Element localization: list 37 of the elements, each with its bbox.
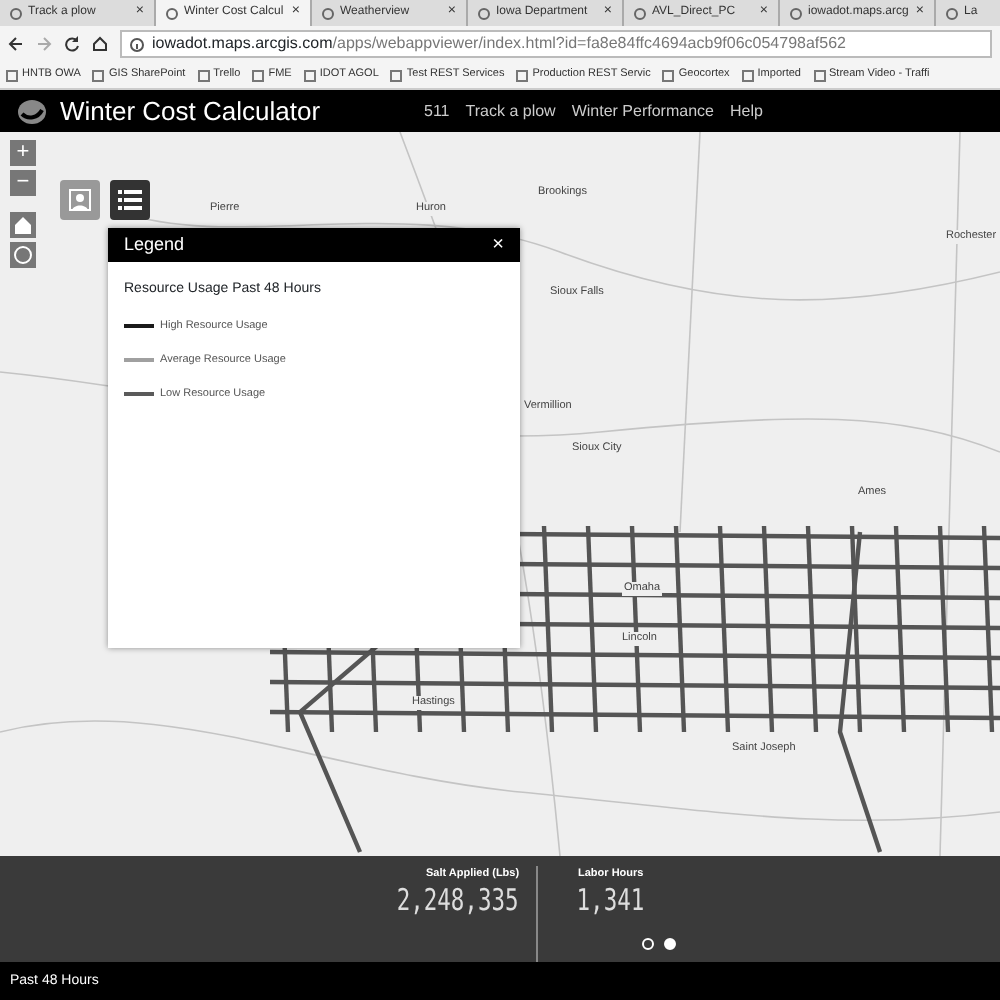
close-button[interactable]: ×: [492, 230, 504, 260]
bookmark-icon: [303, 69, 316, 81]
app-title: Winter Cost Calculator: [60, 93, 323, 130]
zoom-in-button[interactable]: +: [10, 140, 36, 166]
page-dot[interactable]: [642, 938, 654, 950]
nav-link[interactable]: Help: [729, 99, 763, 123]
nav-link[interactable]: Winter Performance: [571, 99, 714, 123]
url-text: iowadot.maps.arcgis.com/apps/webappviewer/index.html?id=fa8e84ffc4694acb9f06c054798af562: [152, 32, 846, 56]
bookmark-icon: [92, 69, 105, 81]
nav-link[interactable]: Track a plow: [465, 99, 556, 123]
home-button[interactable]: [10, 212, 36, 238]
reload-icon[interactable]: [64, 36, 80, 52]
bookmark-icon: [516, 69, 529, 81]
bookmark-icon: [662, 69, 675, 81]
person-search-icon: [68, 188, 92, 212]
legend-button[interactable]: [110, 180, 150, 220]
page-dot[interactable]: [664, 938, 676, 950]
zoom-out-button[interactable]: −: [10, 170, 36, 196]
bookmark-icon: [197, 69, 210, 81]
nav-link[interactable]: 511: [424, 99, 450, 123]
list-icon: [118, 190, 142, 210]
home-icon[interactable]: [92, 36, 108, 52]
locate-button[interactable]: [10, 242, 36, 268]
bookmark-icon: [6, 69, 18, 81]
stat-value: 2,248,335: [397, 882, 520, 922]
address-field[interactable]: iowadot.maps.arcgis.com/apps/webappviewer/index.html?id=fa8e84ffc4694acb9f06c054798af562: [120, 30, 992, 58]
bookmark-icon: [813, 69, 825, 81]
legend-title: Legend: [124, 231, 185, 258]
bookmark-icon: [252, 69, 265, 81]
back-icon[interactable]: [8, 36, 24, 52]
search-tool-button[interactable]: [60, 180, 100, 220]
home-icon: [14, 216, 32, 234]
bookmark-icon: [390, 69, 403, 81]
bookmark-icon: [741, 69, 754, 81]
stat-value: 1,341: [575, 882, 644, 922]
info-icon: [130, 37, 144, 51]
logo-icon: [16, 97, 48, 125]
